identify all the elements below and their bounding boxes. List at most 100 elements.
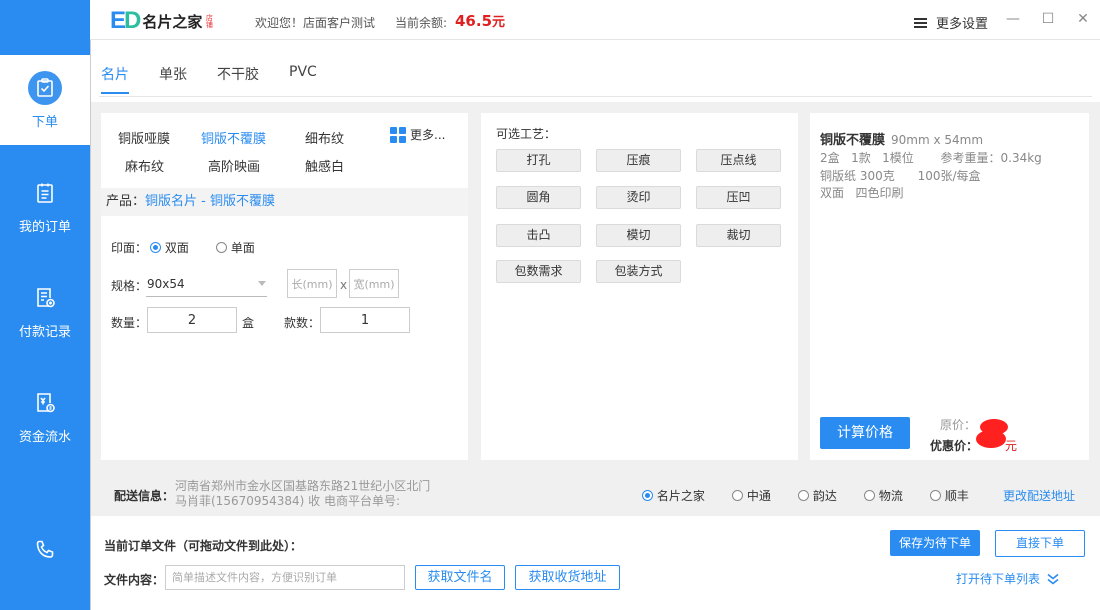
subcategory-matte-coated[interactable]: 铜版哑膜: [118, 128, 170, 147]
summary-title: 铜版不覆膜 90mm x 54mm: [820, 129, 983, 148]
radio-unchecked-icon: [732, 490, 743, 501]
radio-label: 名片之家: [656, 489, 705, 503]
process-packaging-button[interactable]: 包装方式: [596, 260, 681, 283]
more-subcategories-button[interactable]: 更多...: [390, 126, 445, 143]
redaction-mark: [976, 430, 1006, 448]
sidebar-item-label: 付款记录: [18, 324, 71, 340]
courier-mingpian-radio[interactable]: 名片之家: [642, 487, 705, 504]
more-settings-button[interactable]: 更多设置: [914, 13, 988, 32]
change-address-link[interactable]: 更改配送地址: [1003, 487, 1075, 504]
brand-mark: ED: [110, 7, 141, 34]
tab-pvc[interactable]: PVC: [289, 64, 317, 88]
open-pending-list-link[interactable]: 打开待下单列表: [956, 570, 1060, 587]
courier-sf-radio[interactable]: 顺丰: [930, 487, 969, 504]
courier-zto-radio[interactable]: 中通: [732, 487, 771, 504]
summary-line-paper: 铜版纸 300克 100张/每盒: [820, 169, 981, 183]
spec-label: 规格：: [111, 279, 148, 293]
open-pending-list-label: 打开待下单列表: [956, 572, 1041, 586]
tab-single-sheet[interactable]: 单张: [159, 64, 187, 92]
radio-label: 单面: [230, 241, 255, 255]
save-pending-button[interactable]: 保存为待下单: [890, 530, 980, 556]
shipping-address: 河南省郑州市金水区国基路东路21世纪小区北门 马肖菲(15670954384) …: [175, 479, 430, 509]
radio-unchecked-icon: [216, 242, 227, 253]
print-single-radio[interactable]: 单面: [216, 239, 255, 256]
sidebar-item-my-orders[interactable]: 我的订单: [0, 160, 90, 250]
sidebar: 下单 我的订单 付款记录 资金流水: [0, 0, 90, 610]
sidebar-item-order[interactable]: 下单: [0, 55, 90, 145]
radio-label: 顺丰: [944, 489, 969, 503]
product-tabs: 名片 单张 不干胶 PVC: [90, 40, 1100, 102]
shipping-label: 配送信息：: [114, 489, 175, 503]
styles-input[interactable]: 1: [320, 307, 410, 333]
maximize-button[interactable]: ☐: [1039, 10, 1057, 28]
process-crease-button[interactable]: 压痕: [596, 149, 681, 172]
product-bar: 产品：铜版名片 - 铜版不覆膜: [101, 188, 468, 216]
discount-price-unit: 元: [1005, 439, 1018, 453]
quantity-unit: 盒: [242, 316, 255, 330]
original-price-label: 原价：: [940, 418, 977, 432]
radio-label: 物流: [878, 489, 903, 503]
spec-select-underline: [146, 296, 267, 297]
product-value: 铜版名片 - 铜版不覆膜: [145, 194, 275, 209]
process-label: 可选工艺：: [496, 127, 557, 141]
sidebar-item-label: 我的订单: [18, 219, 71, 235]
address-line: 河南省郑州市金水区国基路东路21世纪小区北门: [175, 479, 431, 493]
subcategory-uncoated[interactable]: 铜版不覆膜: [201, 128, 266, 147]
tab-sticker[interactable]: 不干胶: [217, 64, 259, 92]
sidebar-item-label: 资金流水: [18, 429, 71, 445]
file-content-input[interactable]: 简单描述文件内容，方便识别订单: [165, 565, 405, 590]
balance-value: 46.5元: [455, 12, 506, 30]
more-settings-label: 更多设置: [936, 17, 989, 32]
brand-logo: ED 名片之家 店铺: [110, 7, 214, 34]
process-trim-button[interactable]: 裁切: [696, 224, 781, 247]
print-double-radio[interactable]: 双面: [150, 239, 189, 256]
process-punch-button[interactable]: 打孔: [496, 149, 581, 172]
process-round-corner-button[interactable]: 圆角: [496, 186, 581, 209]
sidebar-item-contact[interactable]: [0, 508, 90, 598]
sidebar-item-payment-records[interactable]: 付款记录: [0, 265, 90, 355]
file-content-label: 文件内容：: [104, 573, 165, 587]
radio-checked-icon: [642, 490, 653, 501]
clipboard-check-icon: [28, 70, 62, 105]
process-emboss-button[interactable]: 击凸: [496, 224, 581, 247]
quantity-input[interactable]: 2: [147, 307, 237, 333]
process-perforate-button[interactable]: 压点线: [696, 149, 781, 172]
direct-order-button[interactable]: 直接下单: [995, 530, 1085, 557]
subcategory-premium-film[interactable]: 高阶映画: [208, 156, 260, 175]
menu-icon: [914, 17, 927, 28]
grid-icon: [390, 126, 406, 143]
subcategory-touch-white[interactable]: 触感白: [305, 156, 344, 175]
process-pack-count-button[interactable]: 包数需求: [496, 260, 581, 283]
double-chevron-down-icon: [1047, 573, 1059, 585]
subcategory-fine-linen[interactable]: 细布纹: [305, 128, 344, 147]
order-file-title: 当前订单文件（可拖动文件到此处）：: [104, 539, 303, 553]
length-input[interactable]: 长(mm): [287, 269, 337, 298]
process-die-cut-button[interactable]: 模切: [596, 224, 681, 247]
radio-label: 双面: [164, 241, 189, 255]
courier-yunda-radio[interactable]: 韵达: [798, 487, 837, 504]
calculate-price-button[interactable]: 计算价格: [820, 417, 910, 449]
radio-label: 中通: [746, 489, 771, 503]
tab-business-card[interactable]: 名片: [101, 64, 129, 94]
sidebar-item-fund-flow[interactable]: 资金流水: [0, 370, 90, 460]
courier-logistics-radio[interactable]: 物流: [864, 487, 903, 504]
close-button[interactable]: ✕: [1074, 10, 1092, 28]
more-label: 更多...: [410, 128, 446, 142]
tabs-divider: [99, 96, 1092, 97]
brand-name: 名片之家: [142, 12, 203, 31]
times-sign: x: [340, 278, 348, 292]
product-label: 产品：: [106, 194, 146, 209]
minimize-button[interactable]: —: [1004, 10, 1022, 28]
spec-select[interactable]: 90x54: [147, 277, 185, 291]
summary-line-print: 双面 四色印刷: [820, 186, 904, 200]
balance-label: 当前余额:: [395, 16, 448, 30]
get-address-button[interactable]: 获取收货地址: [515, 565, 620, 590]
process-hot-stamp-button[interactable]: 烫印: [596, 186, 681, 209]
discount-price-label: 优惠价：: [930, 439, 979, 453]
summary-line-qty: 2盒 1款 1模位 参考重量：0.34kg: [820, 151, 1042, 165]
get-filename-button[interactable]: 获取文件名: [415, 565, 505, 590]
process-deboss-button[interactable]: 压凹: [696, 186, 781, 209]
fund-flow-icon: [28, 386, 62, 420]
subcategory-linen[interactable]: 麻布纹: [125, 156, 164, 175]
width-input[interactable]: 宽(mm): [349, 269, 399, 298]
